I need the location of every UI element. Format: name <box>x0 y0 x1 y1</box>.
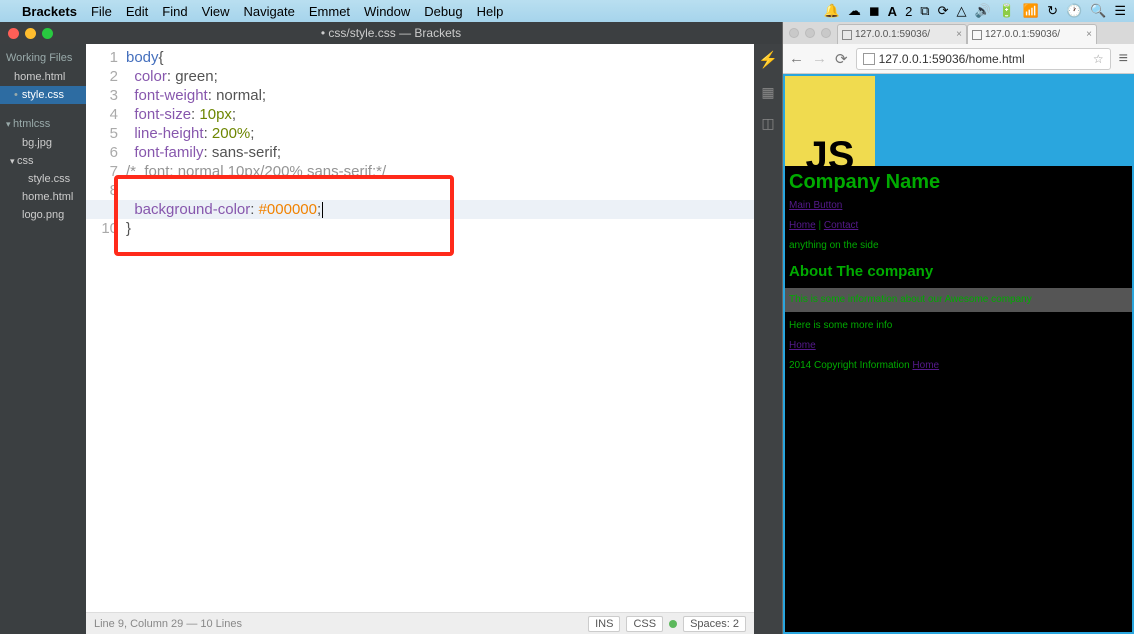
nav-home-link[interactable]: Home <box>789 220 816 231</box>
drive-icon[interactable]: △ <box>957 3 967 19</box>
bookmark-star-icon[interactable]: ☆ <box>1093 52 1104 66</box>
menu-file[interactable]: File <box>91 4 112 19</box>
tree-logo[interactable]: logo.png <box>0 206 86 224</box>
brackets-right-rail: ⚡ ▦ ◫ <box>754 44 782 634</box>
status-ok-icon <box>669 620 677 628</box>
extension-icon[interactable]: ▦ <box>761 84 774 101</box>
footer: 2014 Copyright Information Home <box>789 356 1128 376</box>
menu-find[interactable]: Find <box>162 4 187 19</box>
cloud-icon[interactable]: ☁ <box>848 3 861 19</box>
tree-css-folder[interactable]: css <box>0 152 86 170</box>
brackets-titlebar: • css/style.css — Brackets <box>0 22 782 44</box>
tree-bg[interactable]: bg.jpg <box>0 134 86 152</box>
menu-edit[interactable]: Edit <box>126 4 148 19</box>
chrome-tabstrip: 127.0.0.1:59036/ × 127.0.0.1:59036/ × <box>837 22 1134 44</box>
footer-home-link[interactable]: Home <box>912 360 939 371</box>
page-icon <box>863 53 875 65</box>
battery-icon[interactable]: 🔋 <box>999 3 1015 19</box>
brackets-sidebar: Working Files home.html style.css htmlcs… <box>0 44 86 634</box>
chrome-window: 127.0.0.1:59036/ × 127.0.0.1:59036/ × ← … <box>782 22 1134 634</box>
tree-style[interactable]: style.css <box>0 170 86 188</box>
brackets-window: • css/style.css — Brackets Working Files… <box>0 22 782 634</box>
nav-contact-link[interactable]: Contact <box>824 220 858 231</box>
url-text: 127.0.0.1:59036/home.html <box>879 52 1025 66</box>
working-files-label: Working Files <box>0 48 86 68</box>
chrome-close-button[interactable] <box>789 28 799 38</box>
updates-icon[interactable]: ⟳ <box>938 3 949 19</box>
chrome-maximize-button[interactable] <box>821 28 831 38</box>
nav-separator: | <box>816 220 824 231</box>
reload-button[interactable]: ⟳ <box>835 50 848 68</box>
tree-home[interactable]: home.html <box>0 188 86 206</box>
tab-close-icon[interactable]: × <box>956 29 962 40</box>
rendered-page: JS Company Name Main Button Home | Conta… <box>783 74 1134 634</box>
mac-menubar: Brackets File Edit Find View Navigate Em… <box>0 0 1134 22</box>
tab-label: 127.0.0.1:59036/ <box>855 29 930 40</box>
volume-icon[interactable]: 🔊 <box>975 3 991 19</box>
tab-close-icon[interactable]: × <box>1086 29 1092 40</box>
box-icon[interactable]: ◼ <box>869 3 880 19</box>
menubar-status-icons: 🔔 ☁ ◼ A 2 ⧉ ⟳ △ 🔊 🔋 📶 ↻ 🕐 🔍 ☰ <box>824 3 1126 19</box>
menu-view[interactable]: View <box>202 4 230 19</box>
side-text: anything on the side <box>789 236 1128 256</box>
menubar-app[interactable]: Brackets <box>22 4 77 19</box>
forward-button[interactable]: → <box>812 50 827 67</box>
working-file-style[interactable]: style.css <box>0 86 86 104</box>
clock-icon[interactable]: 🕐 <box>1066 3 1082 19</box>
chrome-tab-1[interactable]: 127.0.0.1:59036/ × <box>837 24 967 44</box>
code-editor[interactable]: 12345678910 body{ color: green; font-wei… <box>86 44 754 634</box>
menu-window[interactable]: Window <box>364 4 410 19</box>
dropbox-icon[interactable]: ⧉ <box>920 3 929 19</box>
favicon-icon <box>972 30 982 40</box>
page-h1: Company Name <box>789 172 1128 192</box>
more-info-text: Here is some more info <box>789 316 1128 336</box>
menu-help[interactable]: Help <box>477 4 504 19</box>
project-root[interactable]: htmlcss <box>0 114 86 134</box>
code-lines[interactable]: body{ color: green; font-weight: normal;… <box>126 48 754 612</box>
chrome-toolbar: ← → ⟳ 127.0.0.1:59036/home.html ☆ ≡ <box>783 44 1134 74</box>
wifi-icon[interactable]: 📶 <box>1023 3 1039 19</box>
split-icon[interactable]: ◫ <box>761 115 774 132</box>
address-bar[interactable]: 127.0.0.1:59036/home.html ☆ <box>856 48 1111 70</box>
spotlight-icon[interactable]: 🔍 <box>1090 3 1106 19</box>
line-gutter: 12345678910 <box>86 48 126 612</box>
status-ins[interactable]: INS <box>588 616 620 632</box>
adobe-icon[interactable]: A <box>888 4 897 19</box>
favicon-icon <box>842 30 852 40</box>
home-link[interactable]: Home <box>789 340 816 351</box>
status-spaces[interactable]: Spaces: 2 <box>683 616 746 632</box>
tab-label: 127.0.0.1:59036/ <box>985 29 1060 40</box>
status-bar: Line 9, Column 29 — 10 Lines INS CSS Spa… <box>86 612 754 634</box>
menu-debug[interactable]: Debug <box>424 4 462 19</box>
chrome-titlebar: 127.0.0.1:59036/ × 127.0.0.1:59036/ × <box>783 22 1134 44</box>
live-preview-icon[interactable]: ⚡ <box>758 50 778 70</box>
window-title: • css/style.css — Brackets <box>0 26 782 40</box>
bell-icon[interactable]: 🔔 <box>824 3 840 19</box>
status-cursor: Line 9, Column 29 — 10 Lines <box>94 618 242 630</box>
page-h2: About The company <box>789 262 1128 282</box>
page-logo: JS <box>785 76 875 166</box>
footer-text: 2014 Copyright Information <box>789 360 912 371</box>
gray-band-text: This is some information about our Aweso… <box>785 288 1132 312</box>
chrome-menu-icon[interactable]: ≡ <box>1119 50 1128 68</box>
menu-emmet[interactable]: Emmet <box>309 4 350 19</box>
back-button[interactable]: ← <box>789 50 804 67</box>
working-file-home[interactable]: home.html <box>0 68 86 86</box>
menu-navigate[interactable]: Navigate <box>244 4 295 19</box>
status-lang[interactable]: CSS <box>626 616 663 632</box>
num-icon: 2 <box>905 4 912 19</box>
chrome-tab-2[interactable]: 127.0.0.1:59036/ × <box>967 24 1097 44</box>
chrome-minimize-button[interactable] <box>805 28 815 38</box>
sync-icon[interactable]: ↻ <box>1047 3 1058 19</box>
notifications-icon[interactable]: ☰ <box>1114 3 1126 19</box>
main-button-link[interactable]: Main Button <box>789 200 842 211</box>
